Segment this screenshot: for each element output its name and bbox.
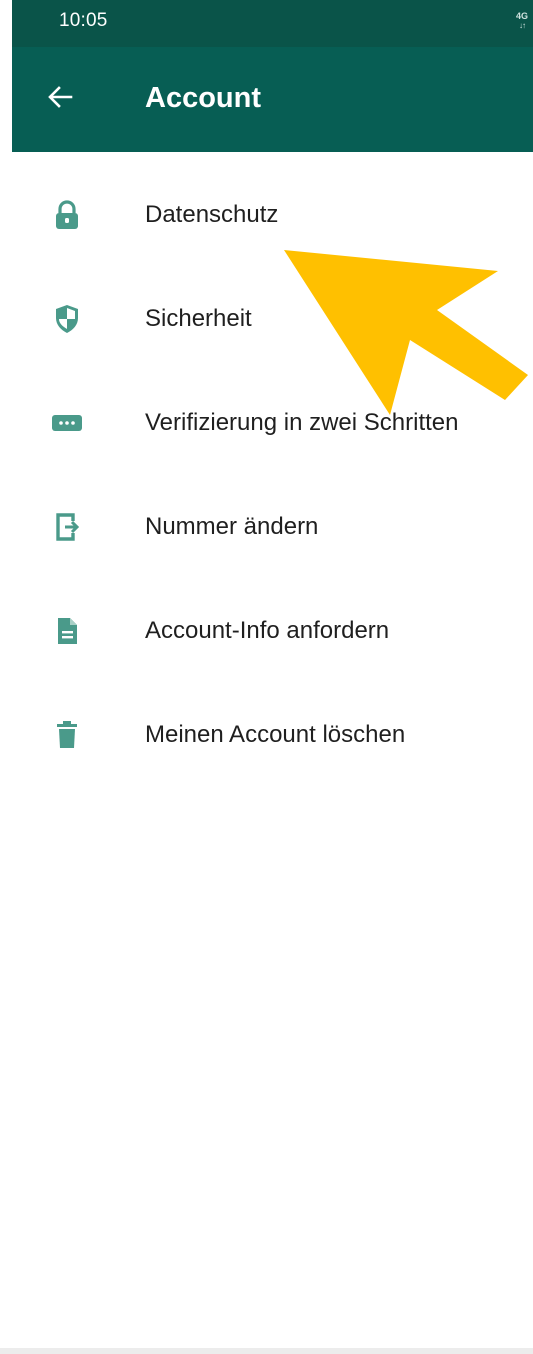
network-arrows-icon: ↓↑ [519, 21, 526, 30]
status-bar: 10:05 4G ↓↑ [12, 0, 533, 47]
list-item-two-step-verification[interactable]: Verifizierung in zwei Schritten [12, 372, 533, 476]
network-label: 4G [516, 11, 529, 21]
back-button[interactable] [40, 77, 80, 117]
app-bar: 10:05 4G ↓↑ Account [12, 0, 533, 152]
toolbar: Account [12, 47, 533, 152]
list-item-label: Verifizierung in zwei Schritten [145, 409, 459, 436]
list-item-label: Nummer ändern [145, 513, 319, 540]
list-item-change-number[interactable]: Nummer ändern [12, 476, 533, 580]
trash-icon [52, 720, 82, 750]
list-item-security[interactable]: Sicherheit [12, 268, 533, 372]
network-indicator: 4G ↓↑ [516, 11, 529, 31]
shield-icon [52, 304, 82, 334]
arrow-left-icon [48, 86, 73, 108]
phone-change-icon [52, 512, 82, 542]
list-item-label: Meinen Account löschen [145, 721, 406, 748]
list-item-label: Sicherheit [145, 305, 252, 332]
status-time: 10:05 [59, 10, 108, 31]
list-item-request-account-info[interactable]: Account-Info anfordern [12, 580, 533, 684]
lock-icon [52, 200, 82, 230]
list-item-label: Datenschutz [145, 201, 279, 228]
list-item-label: Account-Info anfordern [145, 617, 390, 644]
bottom-divider [0, 1348, 533, 1354]
screen: 10:05 4G ↓↑ Account Datenschutz Sicherhe… [0, 0, 533, 1354]
list-item-delete-account[interactable]: Meinen Account löschen [12, 684, 533, 788]
list-item-privacy[interactable]: Datenschutz [12, 164, 533, 268]
settings-list: Datenschutz Sicherheit Verifizierung in … [12, 152, 533, 788]
dots-icon [52, 408, 82, 438]
page-title: Account [145, 82, 261, 114]
document-icon [52, 616, 82, 646]
